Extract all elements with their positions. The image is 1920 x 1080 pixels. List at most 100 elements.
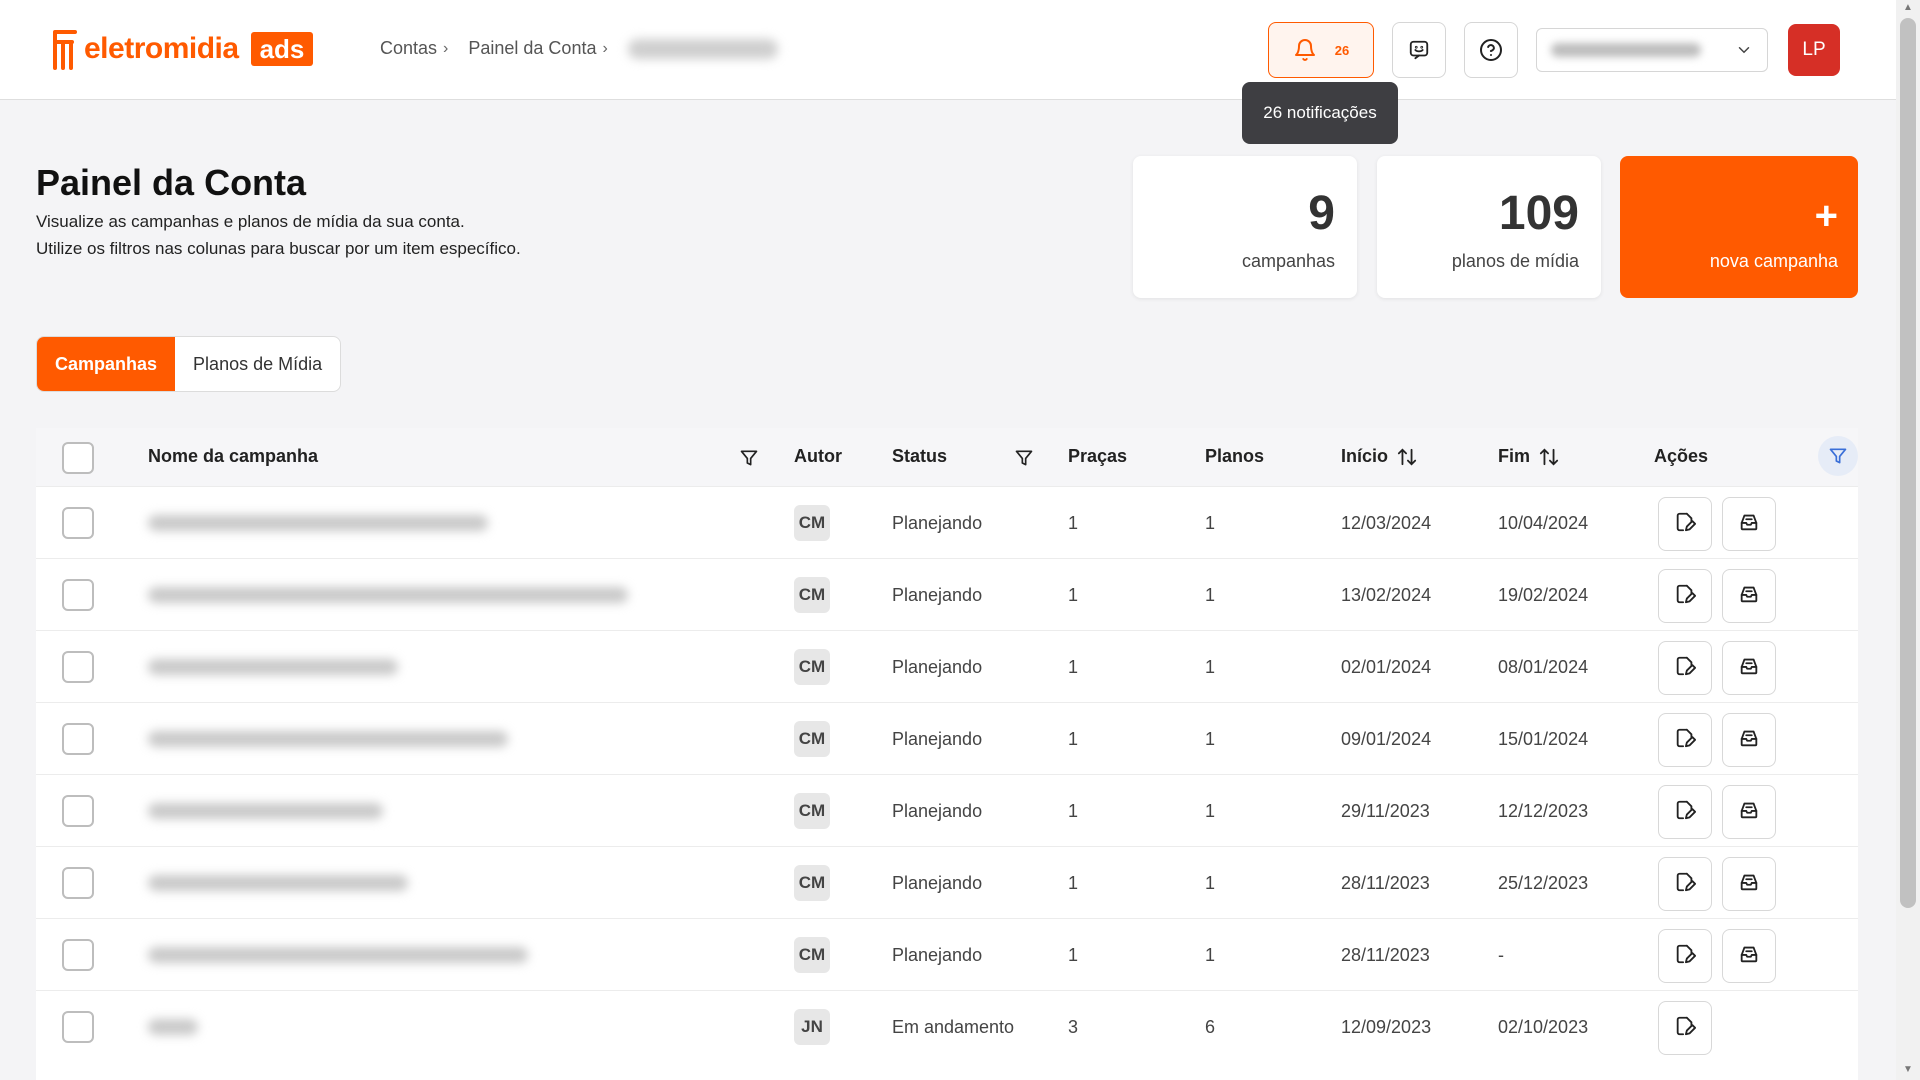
account-select[interactable] (1536, 28, 1768, 72)
filter-icon[interactable] (739, 448, 759, 468)
campaign-name-redacted[interactable] (148, 847, 408, 919)
author-chip: JN (794, 1009, 830, 1045)
edit-campaign-button[interactable] (1658, 857, 1712, 911)
inbox-icon (1738, 655, 1760, 682)
plans-label: planos de mídia (1451, 251, 1579, 271)
inicio-cell: 02/01/2024 (1341, 656, 1432, 677)
row-checkbox[interactable] (62, 723, 94, 755)
campaigns-count: 9 (1308, 187, 1335, 240)
campaigns-label: campanhas (1241, 251, 1335, 271)
logo[interactable]: eletromidia ads (52, 28, 314, 70)
table-row[interactable]: CM Planejando 1 1 09/01/2024 15/01/2024 (36, 702, 1858, 774)
breadcrumb-painel[interactable]: Painel da Conta (468, 38, 596, 59)
status-cell: Em andamento (892, 1016, 1015, 1037)
col-header-fim[interactable]: Fim (1498, 446, 1560, 467)
status-cell: Planejando (892, 944, 983, 965)
filter-icon (1829, 448, 1847, 464)
planos-cell: 1 (1205, 512, 1216, 533)
row-checkbox[interactable] (62, 651, 94, 683)
table-row[interactable]: CM Planejando 1 1 29/11/2023 12/12/2023 (36, 774, 1858, 846)
status-cell: Planejando (892, 512, 983, 533)
logo-badge: ads (250, 32, 314, 66)
inbox-button[interactable] (1722, 569, 1776, 623)
pracas-cell: 1 (1068, 728, 1079, 749)
col-header-pracas: Praças (1068, 446, 1128, 466)
edit-campaign-button[interactable] (1658, 713, 1712, 767)
select-all-checkbox[interactable] (62, 442, 94, 474)
inbox-button[interactable] (1722, 641, 1776, 695)
inbox-button[interactable] (1722, 929, 1776, 983)
plus-icon: + (1814, 194, 1838, 238)
planos-cell: 1 (1205, 800, 1216, 821)
scroll-down-icon[interactable]: ▼ (1902, 1064, 1914, 1076)
table-row[interactable]: CM Planejando 1 1 12/03/2024 10/04/2024 (36, 486, 1858, 558)
notifications-count: 26 (1334, 42, 1350, 58)
planos-cell: 1 (1205, 656, 1216, 677)
edit-campaign-button[interactable] (1658, 1001, 1712, 1055)
edit-campaign-button[interactable] (1658, 497, 1712, 551)
campaign-name-redacted[interactable] (148, 919, 528, 991)
status-cell: Planejando (892, 656, 983, 677)
inbox-button[interactable] (1722, 785, 1776, 839)
sort-icon (1397, 447, 1417, 466)
scroll-thumb[interactable] (1900, 18, 1916, 908)
row-checkbox[interactable] (62, 939, 94, 971)
chevron-down-icon (1738, 47, 1750, 54)
scroll-up-icon[interactable]: ▲ (1902, 2, 1914, 14)
author-chip: CM (794, 721, 830, 757)
avatar[interactable]: LP (1788, 24, 1840, 76)
row-checkbox[interactable] (62, 1011, 94, 1043)
row-checkbox[interactable] (62, 579, 94, 611)
edit-campaign-button[interactable] (1658, 569, 1712, 623)
edit-icon (1674, 943, 1696, 970)
edit-campaign-button[interactable] (1658, 785, 1712, 839)
edit-icon (1674, 1015, 1696, 1042)
breadcrumb-contas[interactable]: Contas (380, 38, 437, 59)
tab-campanhas[interactable]: Campanhas (37, 337, 176, 391)
inbox-button[interactable] (1722, 497, 1776, 551)
inbox-icon (1738, 727, 1760, 754)
table-row[interactable]: CM Planejando 1 1 02/01/2024 08/01/2024 (36, 630, 1858, 702)
row-checkbox[interactable] (62, 795, 94, 827)
status-cell: Planejando (892, 584, 983, 605)
campaign-name-redacted[interactable] (148, 631, 398, 703)
help-button[interactable] (1464, 22, 1518, 78)
edit-campaign-button[interactable] (1658, 641, 1712, 695)
table-row[interactable]: CM Planejando 1 1 28/11/2023 25/12/2023 (36, 846, 1858, 918)
col-header-inicio[interactable]: Início (1341, 446, 1418, 467)
author-cell: CM (794, 631, 830, 703)
table-row[interactable]: CM Planejando 1 1 28/11/2023 - (36, 918, 1858, 990)
author-chip: CM (794, 577, 830, 613)
row-checkbox[interactable] (62, 867, 94, 899)
campaign-name-redacted[interactable] (148, 487, 488, 559)
inbox-button[interactable] (1722, 713, 1776, 767)
account-name-redacted (1551, 43, 1701, 57)
row-checkbox[interactable] (62, 507, 94, 539)
filter-icon[interactable] (1014, 448, 1034, 468)
inbox-button[interactable] (1722, 857, 1776, 911)
actions-filter-button[interactable] (1818, 436, 1858, 476)
campaign-name-redacted[interactable] (148, 559, 628, 631)
pracas-cell: 1 (1068, 512, 1079, 533)
col-header-acoes: Ações (1654, 446, 1709, 466)
campaign-name-redacted[interactable] (148, 775, 383, 847)
edit-icon (1674, 583, 1696, 610)
page-scrollbar[interactable]: ▲ ▼ (1896, 0, 1920, 1080)
inicio-cell: 29/11/2023 (1341, 800, 1430, 821)
table-row[interactable]: JN Em andamento 3 6 12/09/2023 02/10/2023 (36, 990, 1858, 1062)
author-chip: CM (794, 793, 830, 829)
inbox-icon (1738, 799, 1760, 826)
table-row[interactable]: CM Planejando 1 1 13/02/2024 19/02/2024 (36, 558, 1858, 630)
col-header-status: Status (892, 446, 948, 466)
notifications-button[interactable]: 26 (1268, 22, 1374, 78)
pracas-cell: 1 (1068, 656, 1079, 677)
messages-button[interactable] (1392, 22, 1446, 78)
edit-icon (1674, 871, 1696, 898)
campaign-name-redacted[interactable] (148, 991, 198, 1063)
new-campaign-button[interactable]: + nova campanha (1620, 156, 1858, 298)
edit-campaign-button[interactable] (1658, 929, 1712, 983)
tab-planos-de-midia[interactable]: Planos de Mídia (175, 337, 340, 391)
planos-cell: 1 (1205, 944, 1216, 965)
inicio-cell: 12/09/2023 (1341, 1016, 1432, 1037)
campaign-name-redacted[interactable] (148, 703, 508, 775)
